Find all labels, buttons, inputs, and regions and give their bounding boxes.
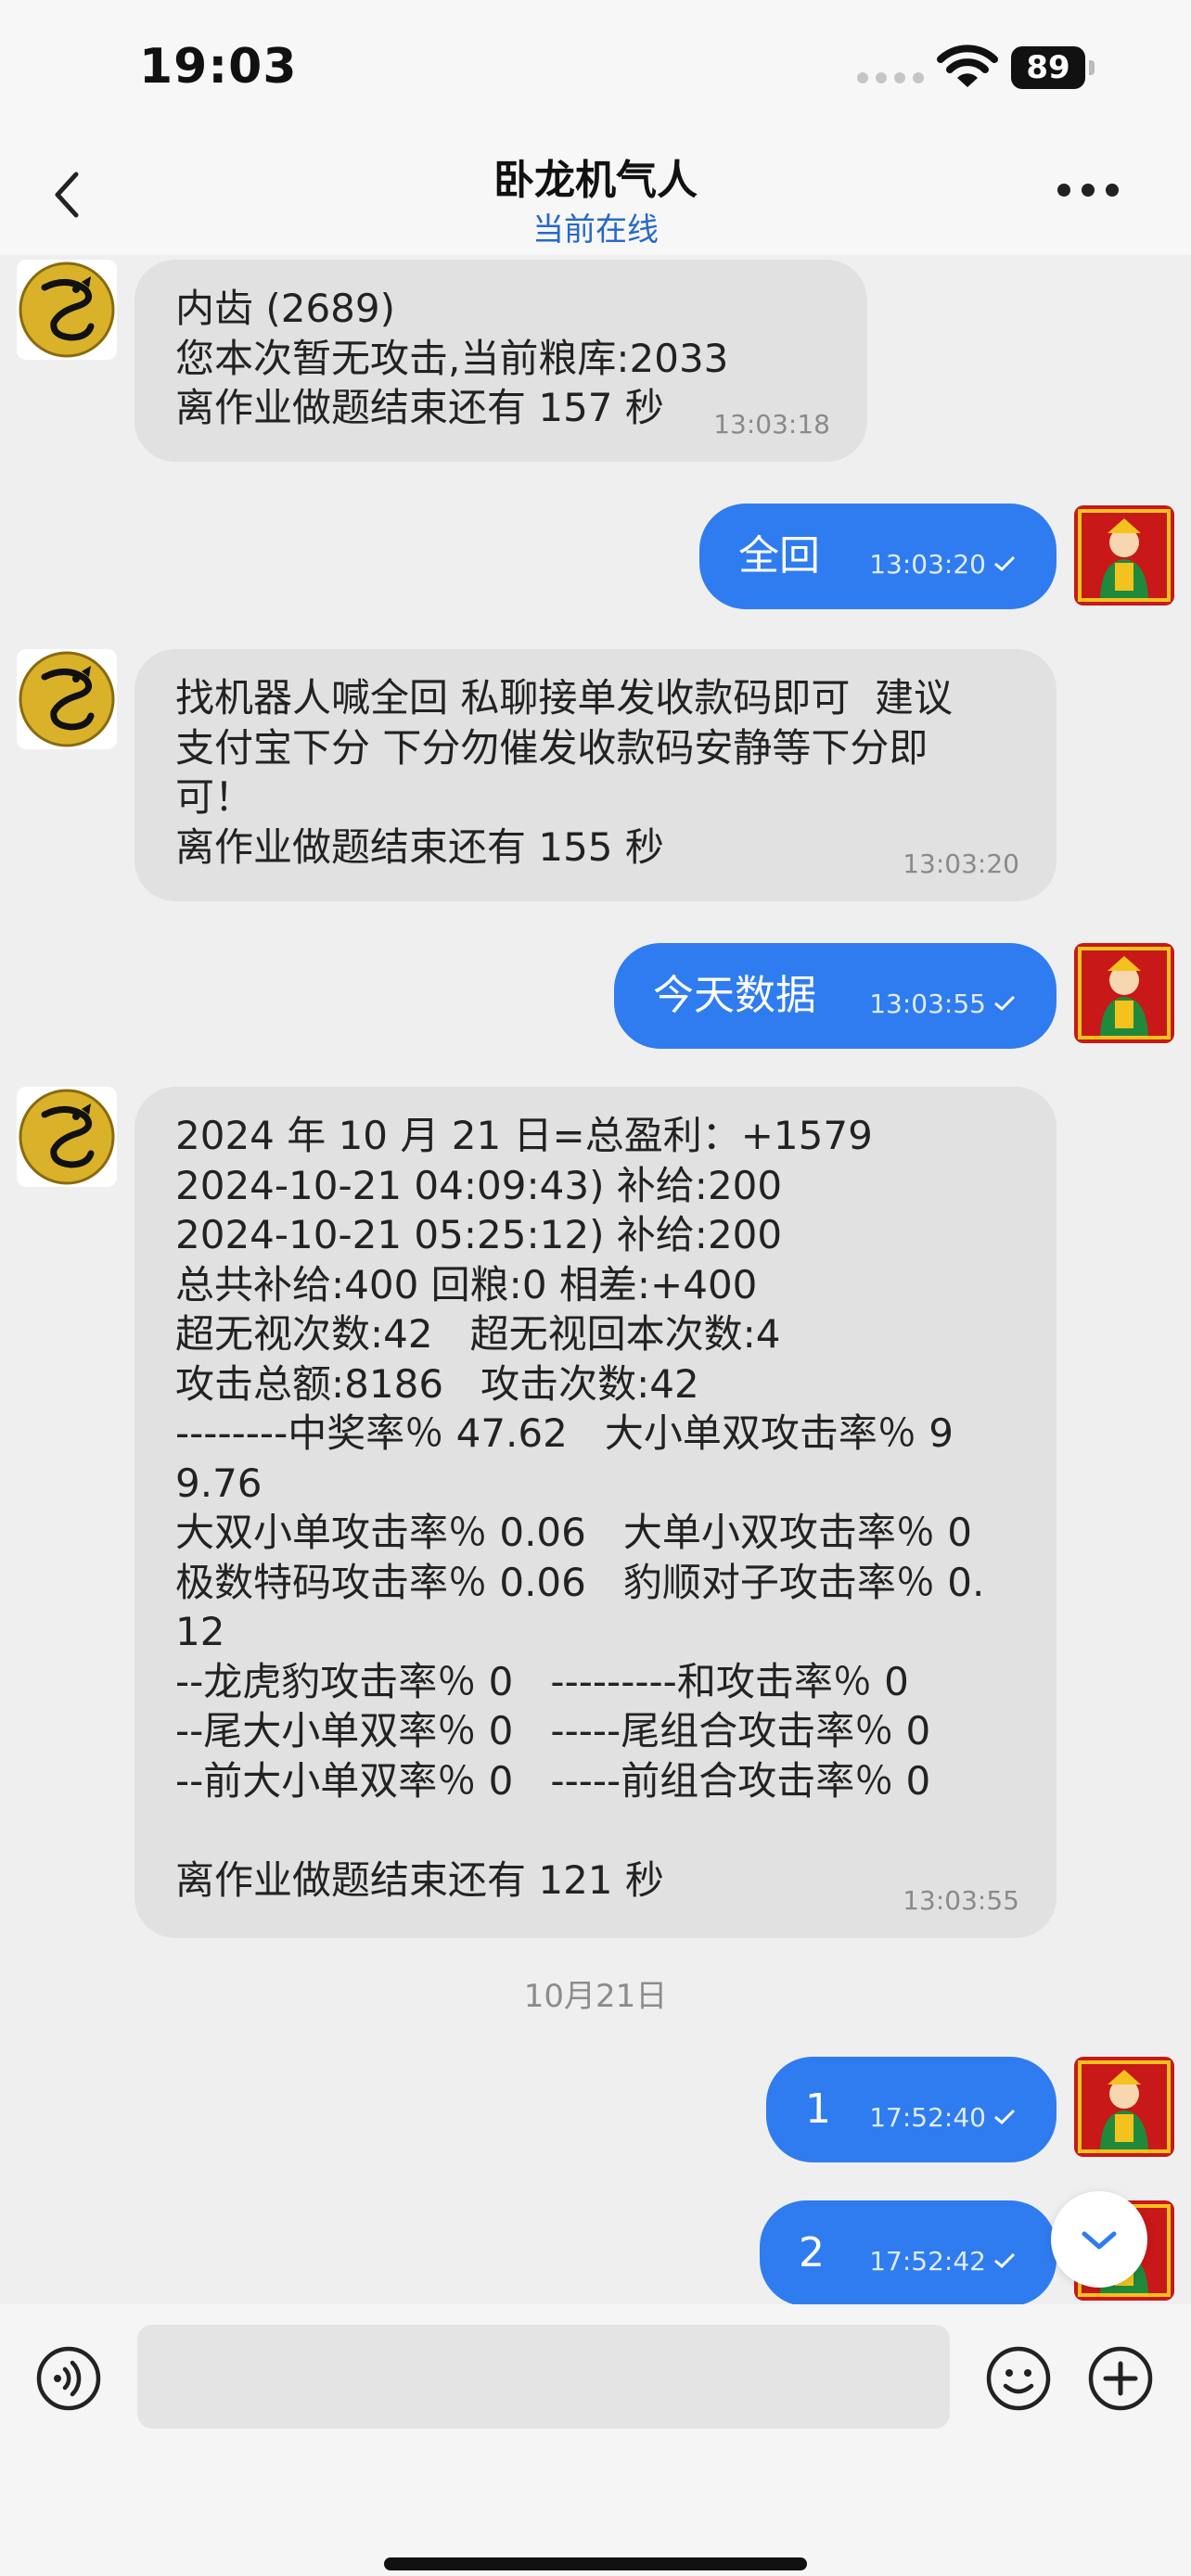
home-indicator [384, 2557, 807, 2570]
message-text: 今天数据 [653, 972, 816, 1020]
bot-avatar-dragon-icon[interactable] [17, 1087, 117, 1187]
message-timestamp: 13:03:20 [869, 548, 986, 580]
message-line: 离作业做题结束还有 121 秒 [175, 1856, 664, 1903]
message-line: 找机器人喊全回 私聊接单发收款码即可 建议 [175, 675, 954, 721]
read-check-icon [994, 556, 1016, 572]
outgoing-message[interactable]: 全回 13:03:20 [699, 504, 1057, 609]
outgoing-message[interactable]: 今天数据 13:03:55 [614, 943, 1057, 1049]
message-timestamp: 13:03:20 [903, 848, 1019, 879]
message-line: 攻击总额:8186 攻击次数:42 [175, 1360, 699, 1407]
cellular-signal-icon [857, 72, 924, 83]
message-list[interactable]: 内齿 (2689) 您本次暂无攻击,当前粮库:2033 离作业做题结束还有 15… [0, 255, 1191, 2304]
user-avatar-icon[interactable] [1074, 2057, 1174, 2157]
read-check-icon [994, 2110, 1016, 2125]
message-text: 1 [805, 2085, 831, 2134]
message-line: 您本次暂无攻击,当前粮库:2033 [175, 335, 729, 381]
outgoing-message[interactable]: 2 17:52:42 [760, 2200, 1057, 2304]
incoming-message[interactable]: 找机器人喊全回 私聊接单发收款码即可 建议 支付宝下分 下分勿催发收款码安静等下… [134, 649, 1057, 901]
message-line: --尾大小单双率％ 0 -----尾组合攻击率％ 0 [175, 1708, 931, 1753]
chat-header: 卧龙机气人 当前在线 [0, 139, 1191, 255]
message-line: --前大小单双率％ 0 -----前组合攻击率％ 0 [175, 1757, 931, 1804]
message-line: 9.76 [175, 1460, 263, 1506]
battery-icon: 89 [1011, 46, 1085, 89]
input-bar [0, 2304, 1191, 2576]
message-line: --龙虎豹攻击率％ 0 ---------和攻击率％ 0 [175, 1658, 909, 1704]
wifi-icon [937, 45, 998, 87]
incoming-message[interactable]: 2024 年 10 月 21 日=总盈利：+1579 2024-10-21 04… [134, 1087, 1057, 1938]
message-status: 17:52:40 [869, 2093, 1016, 2143]
scroll-down-icon [1082, 2231, 1117, 2250]
message-timestamp: 17:52:40 [869, 2101, 986, 2133]
read-check-icon [994, 2253, 1016, 2269]
message-line: 超无视次数:42 超无视回本次数:4 [175, 1311, 781, 1357]
message-text: 全回 [738, 532, 820, 580]
message-line: 大双小单攻击率％ 0.06 大单小双攻击率％ 0 [175, 1510, 972, 1555]
outgoing-message[interactable]: 1 17:52:40 [766, 2057, 1057, 2162]
message-line: 极数特码攻击率％ 0.06 豹顺对子攻击率％ 0. [175, 1559, 985, 1605]
message-line: 2024-10-21 04:09:43) 补给:200 [175, 1162, 783, 1208]
message-timestamp: 13:03:55 [869, 988, 986, 1019]
message-line: 可！ [175, 774, 254, 820]
message-line [175, 1805, 1016, 1855]
incoming-message[interactable]: 内齿 (2689) 您本次暂无攻击,当前粮库:2033 离作业做题结束还有 15… [134, 260, 867, 462]
more-icon[interactable] [1057, 184, 1119, 197]
chat-screen: 19:03 89 卧龙机气人 当前在线 内齿 (2689) 您本次暂无攻击,当前… [0, 0, 1191, 2576]
message-text: 2 [799, 2229, 825, 2277]
message-timestamp: 17:52:42 [869, 2245, 986, 2276]
message-line: 12 [175, 1609, 225, 1654]
user-avatar-icon[interactable] [1074, 505, 1174, 606]
message-line: 2024-10-21 05:25:12) 补给:200 [175, 1212, 783, 1257]
bot-avatar-dragon-icon[interactable] [17, 649, 117, 749]
message-status: 13:03:20 [869, 540, 1016, 590]
chat-title: 卧龙机气人 [493, 157, 698, 204]
plus-icon[interactable] [1087, 2345, 1154, 2412]
message-input[interactable] [137, 2325, 950, 2429]
status-bar: 19:03 89 [0, 0, 1191, 139]
message-status: 13:03:55 [869, 979, 1016, 1029]
message-line: 支付宝下分 下分勿催发收款码安静等下分即 [175, 724, 928, 771]
emoji-icon[interactable] [985, 2345, 1052, 2412]
message-status: 17:52:42 [869, 2237, 1016, 2287]
message-line: 离作业做题结束还有 155 秒 [175, 823, 664, 870]
voice-icon[interactable] [35, 2345, 102, 2412]
user-avatar-icon[interactable] [1074, 943, 1174, 1043]
bot-avatar-dragon-icon[interactable] [17, 260, 117, 360]
online-status: 当前在线 [532, 211, 659, 249]
message-line: 总共补给:400 回粮:0 相差:+400 [175, 1261, 758, 1307]
message-line: 内齿 (2689) [175, 286, 396, 331]
date-separator: 10月21日 [523, 1978, 668, 2015]
message-line: 2024 年 10 月 21 日=总盈利：+1579 [175, 1113, 873, 1158]
message-line: --------中奖率％ 47.62 大小单双攻击率％ 9 [175, 1410, 954, 1456]
scroll-down-button[interactable] [1051, 2191, 1147, 2288]
read-check-icon [994, 996, 1016, 1012]
message-timestamp: 13:03:55 [903, 1884, 1019, 1916]
status-time: 19:03 [139, 39, 298, 95]
battery-tip [1089, 60, 1095, 75]
message-timestamp: 13:03:18 [713, 408, 830, 440]
